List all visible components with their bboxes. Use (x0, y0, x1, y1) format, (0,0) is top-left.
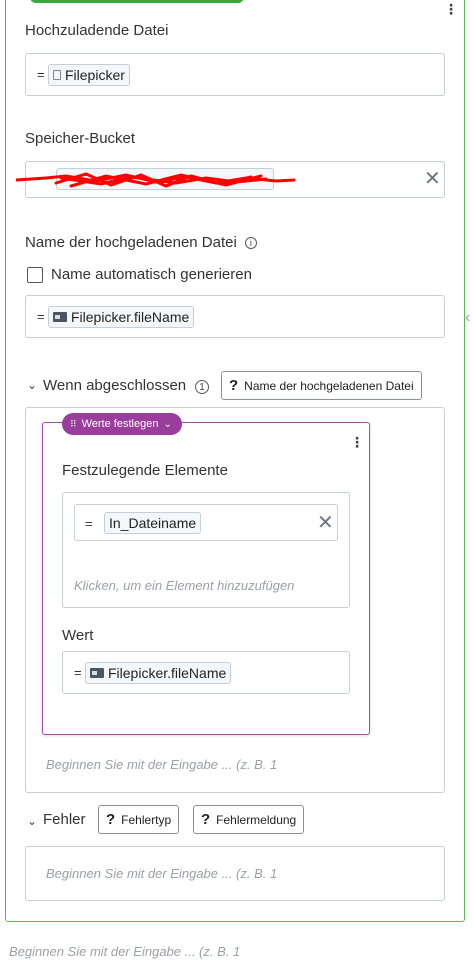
panel-menu-icon[interactable]: ⋮ (444, 2, 458, 16)
redaction-scribble (16, 172, 296, 188)
element-chip[interactable]: In_Dateiname (104, 512, 202, 534)
error-type-chip[interactable]: ? Fehlertyp (98, 805, 180, 834)
on-complete-label: Wenn abgeschlossen (43, 377, 187, 394)
on-complete-param-label: Name der hochgeladenen Datei (244, 378, 414, 393)
filename-chip[interactable]: Filepicker.fileName (48, 306, 195, 328)
info-icon[interactable]: i (244, 236, 257, 249)
drag-handle-icon[interactable]: ⠿ (70, 419, 77, 430)
error-input-placeholder: Beginnen Sie mit der Eingabe ... (z. B. … (46, 866, 278, 881)
auto-generate-checkbox[interactable] (27, 266, 43, 283)
operator-equals: = (85, 516, 93, 531)
filename-chip-label: Filepicker.fileName (71, 309, 190, 325)
variable-icon (90, 668, 104, 678)
elements-container: = In_Dateiname ✕ Klicken, um ein Element… (62, 492, 350, 608)
auto-generate-label: Name automatisch generieren (51, 266, 252, 283)
element-chip-label: In_Dateiname (109, 515, 197, 531)
question-icon: ? (201, 811, 211, 828)
remove-element-icon[interactable]: ✕ (317, 513, 334, 533)
error-message-chip[interactable]: ? Fehlermeldung (193, 805, 305, 834)
filepicker-chip-label: Filepicker (65, 67, 125, 83)
operator-equals: = (74, 665, 82, 680)
on-complete-count-badge: 1 (195, 380, 209, 394)
uploaded-name-label: Name der hochgeladenen Datei (25, 234, 237, 251)
question-icon: ? (106, 811, 116, 828)
error-label: Fehler (43, 811, 86, 828)
value-chip[interactable]: Filepicker.fileName (85, 662, 232, 684)
operator-equals: = (37, 67, 45, 82)
on-complete-param-chip[interactable]: ? Name der hochgeladenen Datei (221, 371, 422, 400)
collapse-chevron-icon[interactable]: ‹ (465, 309, 470, 327)
elements-label: Festzulegende Elemente (62, 462, 228, 479)
value-field[interactable]: = Filepicker.fileName (62, 651, 350, 694)
storage-bucket-label: Speicher-Bucket (25, 130, 136, 147)
set-values-tag[interactable]: ⠿ Werte festlegen ⌄ (62, 413, 182, 435)
chevron-down-icon[interactable]: ⌄ (27, 814, 37, 828)
add-element-hint[interactable]: Klicken, um ein Element hinzuzufügen (74, 578, 294, 593)
error-type-label: Fehlertyp (121, 812, 172, 827)
file-icon (53, 70, 61, 80)
on-complete-input-placeholder[interactable]: Beginnen Sie mit der Eingabe ... (z. B. … (46, 757, 277, 772)
collapse-icon[interactable]: ⌄ (163, 419, 171, 430)
set-values-tag-label: Werte festlegen (81, 418, 159, 430)
chevron-down-icon[interactable]: ⌄ (27, 378, 37, 392)
operator-equals: = (37, 309, 45, 324)
filepicker-chip[interactable]: Filepicker (48, 64, 130, 86)
error-input[interactable]: Beginnen Sie mit der Eingabe ... (z. B. … (25, 846, 445, 901)
question-icon: ? (229, 377, 239, 394)
bottom-input-placeholder[interactable]: Beginnen Sie mit der Eingabe ... (z. B. … (9, 944, 240, 959)
uploaded-name-field[interactable]: = Filepicker.fileName (25, 295, 445, 338)
uploaded-name-label-row: Name der hochgeladenen Datei i (25, 234, 257, 251)
upload-file-field[interactable]: = Filepicker (25, 53, 445, 96)
value-chip-label: Filepicker.fileName (108, 665, 227, 681)
upload-file-label: Hochzuladende Datei (25, 22, 169, 39)
variable-icon (53, 312, 67, 322)
error-message-label: Fehlermeldung (216, 812, 297, 827)
panel-header-bar (30, 0, 244, 3)
auto-generate-row[interactable]: Name automatisch generieren (27, 266, 252, 283)
clear-bucket-icon[interactable]: ✕ (424, 169, 441, 189)
value-label: Wert (62, 627, 94, 644)
set-values-menu-icon[interactable]: ⋮ (350, 435, 364, 449)
element-row[interactable]: = In_Dateiname ✕ (74, 504, 338, 541)
